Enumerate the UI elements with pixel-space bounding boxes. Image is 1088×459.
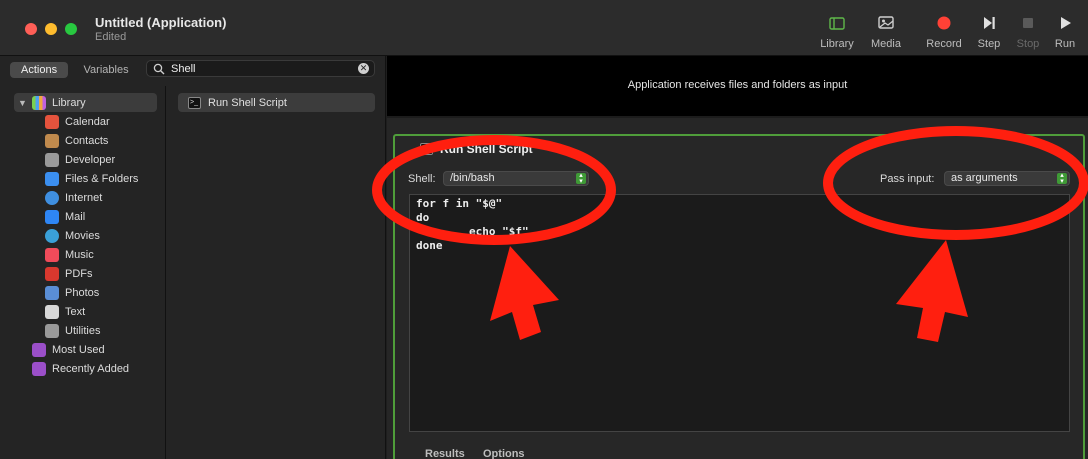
photos-icon	[45, 285, 59, 300]
library-item-label: Utilities	[65, 324, 101, 337]
library-icon	[829, 17, 845, 30]
chevron-down-icon[interactable]: ▼	[18, 98, 28, 108]
library-root[interactable]: ▼ Library	[14, 93, 157, 112]
clear-search-icon[interactable]: ✕	[358, 63, 369, 74]
zoom-window-button[interactable]	[65, 23, 77, 35]
library-item-label: Calendar	[65, 115, 110, 128]
library-item-internet[interactable]: Internet	[45, 188, 102, 207]
library-item-movies[interactable]: Movies	[45, 226, 100, 245]
tab-variables[interactable]: Variables	[73, 62, 140, 78]
pass-input-value: as arguments	[951, 172, 1018, 184]
globe-icon	[45, 190, 59, 205]
finder-icon	[45, 171, 59, 186]
workflow-pane: Application receives files and folders a…	[387, 56, 1088, 459]
pass-input-label: Pass input:	[880, 173, 935, 185]
media-icon	[878, 16, 894, 29]
mail-icon	[45, 209, 59, 224]
run-label: Run	[1054, 38, 1076, 50]
shell-select[interactable]: /bin/bash ▴ ▾	[443, 171, 589, 186]
record-label: Record	[926, 38, 962, 50]
window-toolbar: Untitled (Application) Edited Library Me…	[0, 0, 1088, 56]
smart-group-label: Recently Added	[52, 362, 130, 375]
popup-stepper-icon: ▴ ▾	[1057, 172, 1067, 185]
smart-folder-icon	[32, 361, 46, 376]
library-item-text[interactable]: Text	[45, 302, 85, 321]
library-item-label: Mail	[65, 210, 86, 223]
library-pane: Actions Variables Shell ✕ ▼ Library Cale…	[0, 56, 386, 459]
close-window-button[interactable]	[25, 23, 37, 35]
library-item-music[interactable]: Music	[45, 245, 94, 264]
library-item-mail[interactable]: Mail	[45, 207, 85, 226]
library-item-files-folders[interactable]: Files & Folders	[45, 169, 138, 188]
run-shell-script-action-card: >_ Run Shell Script Shell: /bin/bash ▴ ▾ …	[393, 134, 1085, 459]
smart-group-recently-added[interactable]: Recently Added	[32, 359, 129, 378]
stop-icon	[1023, 18, 1033, 28]
library-item-label: Developer	[65, 153, 116, 166]
tab-actions[interactable]: Actions	[10, 62, 69, 78]
library-item-calendar[interactable]: Calendar	[45, 112, 110, 131]
calendar-icon	[45, 114, 59, 129]
workflow-area: >_ Run Shell Script Shell: /bin/bash ▴ ▾ …	[387, 118, 1088, 459]
search-input[interactable]: Shell	[171, 63, 195, 75]
media-toolbar-button[interactable]: Media	[861, 14, 911, 50]
pane-tabs: Actions Variables	[10, 60, 140, 78]
library-item-label: Internet	[65, 191, 103, 204]
step-icon	[984, 17, 995, 29]
library-toolbar-button[interactable]: Library	[812, 14, 862, 50]
record-icon	[937, 16, 951, 30]
popup-stepper-icon: ▴ ▾	[576, 172, 586, 185]
terminal-icon: >_	[188, 96, 201, 109]
search-field[interactable]: Shell ✕	[146, 60, 375, 77]
window-subtitle: Edited	[95, 31, 127, 43]
library-root-label: Library	[52, 96, 86, 109]
action-title: Run Shell Script	[440, 142, 533, 156]
record-toolbar-button[interactable]: Record	[919, 14, 969, 50]
library-icon	[32, 95, 46, 110]
library-item-label: Movies	[65, 229, 100, 242]
window-title: Untitled (Application)	[95, 15, 227, 30]
library-list: ▼ Library Calendar Contacts Developer Fi…	[0, 86, 166, 459]
workflow-input-banner: Application receives files and folders a…	[387, 56, 1088, 116]
shell-value: /bin/bash	[450, 172, 495, 184]
library-item-utilities[interactable]: Utilities	[45, 321, 100, 340]
developer-icon	[45, 152, 59, 167]
action-label: Run Shell Script	[208, 96, 287, 109]
tab-results[interactable]: Results	[425, 448, 465, 459]
pdf-icon	[45, 266, 59, 281]
script-code[interactable]: for f in "$@" do echo "$f" done	[416, 197, 529, 253]
utilities-icon	[45, 323, 59, 338]
run-toolbar-button[interactable]: Run	[1040, 14, 1088, 50]
library-item-developer[interactable]: Developer	[45, 150, 115, 169]
pass-input-select[interactable]: as arguments ▴ ▾	[944, 171, 1070, 186]
library-item-label: PDFs	[65, 267, 93, 280]
music-icon	[45, 247, 59, 262]
workflow-input-text: Application receives files and folders a…	[627, 79, 848, 91]
library-label: Library	[820, 38, 854, 50]
movies-icon	[45, 228, 59, 243]
library-item-label: Music	[65, 248, 94, 261]
library-item-label: Photos	[65, 286, 100, 299]
media-label: Media	[871, 38, 901, 50]
library-item-contacts[interactable]: Contacts	[45, 131, 108, 150]
tab-options[interactable]: Options	[483, 448, 525, 459]
smart-group-label: Most Used	[52, 343, 105, 356]
smart-folder-icon	[32, 342, 46, 357]
library-item-photos[interactable]: Photos	[45, 283, 99, 302]
action-run-shell-script[interactable]: >_ Run Shell Script	[178, 93, 375, 112]
smart-group-most-used[interactable]: Most Used	[32, 340, 105, 359]
shell-label: Shell:	[408, 173, 436, 185]
library-item-label: Text	[65, 305, 86, 318]
terminal-icon: >_	[420, 143, 433, 155]
library-item-label: Contacts	[65, 134, 109, 147]
run-icon	[1061, 17, 1071, 29]
minimize-window-button[interactable]	[45, 23, 57, 35]
library-item-label: Files & Folders	[65, 172, 139, 185]
action-card-title: >_ Run Shell Script	[420, 142, 533, 156]
library-item-pdfs[interactable]: PDFs	[45, 264, 93, 283]
contacts-icon	[45, 133, 59, 148]
text-icon	[45, 304, 59, 319]
search-icon	[153, 63, 165, 75]
script-editor[interactable]: for f in "$@" do echo "$f" done	[409, 194, 1070, 432]
